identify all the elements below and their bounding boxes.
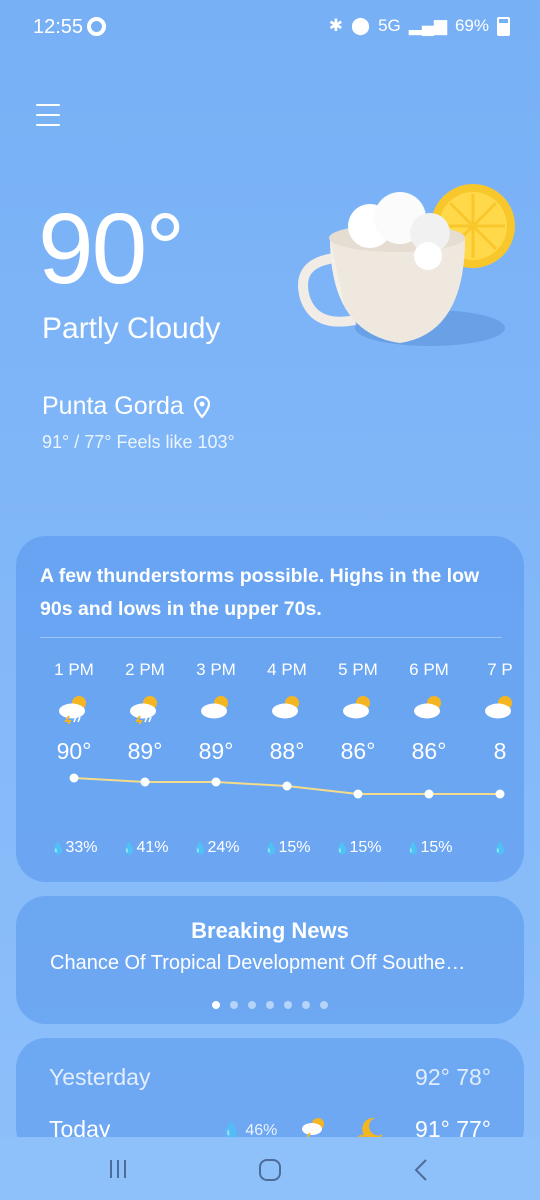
raindrop-icon: 💧 xyxy=(121,841,137,855)
partly-cloudy-icon xyxy=(322,694,394,729)
recent-apps-icon[interactable] xyxy=(108,1158,128,1180)
news-headline[interactable]: Chance Of Tropical Development Off South… xyxy=(50,952,490,975)
breaking-news-card[interactable]: Breaking News Chance Of Tropical Develop… xyxy=(16,896,524,1024)
menu-icon[interactable] xyxy=(36,104,60,134)
hour-precipitation: 💧33% xyxy=(38,839,110,857)
precip-value: 24% xyxy=(207,839,240,856)
hour-precipitation: 💧15% xyxy=(393,839,465,857)
thunderstorm-icon xyxy=(302,1118,324,1137)
temperature-point xyxy=(495,789,505,799)
pager-dot[interactable] xyxy=(320,1001,328,1009)
location-name: Punta Gorda xyxy=(42,392,184,420)
hi-lo-feels-like: 91° / 77° Feels like 103° xyxy=(42,432,235,452)
hour-precipitation: 💧24% xyxy=(180,839,252,857)
forecast-summary: A few thunderstorms possible. Highs in t… xyxy=(40,565,480,620)
hour-temperature: 8 xyxy=(493,738,507,764)
pager-dot[interactable] xyxy=(248,1001,256,1009)
precip-value: 41% xyxy=(136,839,169,856)
hour-temperature: 88° xyxy=(269,738,305,764)
pager-dot[interactable] xyxy=(266,1001,274,1009)
temperature-point xyxy=(424,789,434,799)
hour-precipitation: 💧 xyxy=(464,839,536,857)
pager-dot[interactable] xyxy=(284,1001,292,1009)
location-pin-icon xyxy=(193,395,210,418)
hour-time: 5 PM xyxy=(338,660,378,679)
news-pager[interactable] xyxy=(16,996,524,1014)
partly-cloudy-icon xyxy=(180,694,252,729)
hour-precipitation: 💧15% xyxy=(251,839,323,857)
pager-dot[interactable] xyxy=(302,1001,310,1009)
hour-temperature: 86° xyxy=(411,738,447,764)
home-icon[interactable] xyxy=(258,1158,282,1182)
location-button[interactable]: Punta Gorda xyxy=(42,392,210,421)
news-title: Breaking News xyxy=(191,918,349,943)
location-icon: ⬤ xyxy=(351,16,371,35)
temperature-point xyxy=(211,777,221,787)
partly-cloudy-icon xyxy=(464,694,536,729)
clock: 12:55 xyxy=(33,16,84,38)
precip-value: 33% xyxy=(65,839,98,856)
precip-value: 15% xyxy=(349,839,382,856)
thunderstorm-icon xyxy=(109,694,181,729)
divider xyxy=(40,637,502,638)
hour-precipitation: 💧41% xyxy=(109,839,181,857)
current-condition: Partly Cloudy xyxy=(42,312,221,345)
partly-cloudy-icon xyxy=(393,694,465,729)
hour-temperature: 89° xyxy=(198,738,234,764)
raindrop-icon: 💧 xyxy=(492,841,508,855)
temperature-point xyxy=(69,773,79,783)
precip-value: 15% xyxy=(420,839,453,856)
notification-dot-icon xyxy=(87,17,106,36)
raindrop-icon: 💧 xyxy=(192,841,208,855)
precip-value: 15% xyxy=(278,839,311,856)
bluetooth-icon: ✱ xyxy=(328,16,344,35)
hour-time: 6 PM xyxy=(409,660,449,679)
temperature-point xyxy=(353,789,363,799)
back-icon[interactable] xyxy=(412,1158,430,1182)
weather-illustration-cup-icon xyxy=(298,184,515,346)
raindrop-icon: 💧 xyxy=(334,841,350,855)
network-label: 5G xyxy=(378,16,401,35)
signal-icon: ▂▄▆ xyxy=(408,16,447,35)
pager-dot[interactable] xyxy=(230,1001,238,1009)
raindrop-icon: 💧 xyxy=(263,841,279,855)
hour-precipitation: 💧15% xyxy=(322,839,394,857)
status-icons: ✱ ⬤ 5G ▂▄▆ 69% xyxy=(329,16,510,36)
day-precip: 💧 46% xyxy=(221,1120,278,1139)
hour-time: 3 PM xyxy=(196,660,236,679)
battery-icon xyxy=(497,16,510,36)
raindrop-icon: 💧 xyxy=(405,841,421,855)
hour-time: 7 P xyxy=(487,660,513,679)
hour-time: 1 PM xyxy=(54,660,94,679)
current-temperature: 90° xyxy=(38,193,185,305)
raindrop-icon: 💧 xyxy=(50,841,66,855)
partly-cloudy-icon xyxy=(251,694,323,729)
hourly-forecast-card[interactable]: A few thunderstorms possible. Highs in t… xyxy=(16,536,524,882)
hour-temperature: 86° xyxy=(340,738,376,764)
day-temps: 92° 78° xyxy=(415,1064,491,1090)
hour-time: 2 PM xyxy=(125,660,165,679)
day-label: Yesterday xyxy=(49,1064,151,1090)
hour-temperature: 89° xyxy=(127,738,163,764)
pager-dot[interactable] xyxy=(212,1001,220,1009)
temperature-curve xyxy=(69,773,505,799)
system-navigation-bar xyxy=(0,1138,540,1200)
temperature-point xyxy=(140,777,150,787)
hour-temperature: 90° xyxy=(56,738,92,764)
status-bar: 12:55 ✱ ⬤ 5G ▂▄▆ 69% xyxy=(0,0,540,56)
thunderstorm-icon xyxy=(38,694,110,729)
raindrop-icon: 💧 xyxy=(221,1122,241,1139)
precip-value: 46% xyxy=(245,1122,278,1139)
battery-percent: 69% xyxy=(454,16,489,35)
temperature-point xyxy=(282,781,292,791)
hour-time: 4 PM xyxy=(267,660,307,679)
